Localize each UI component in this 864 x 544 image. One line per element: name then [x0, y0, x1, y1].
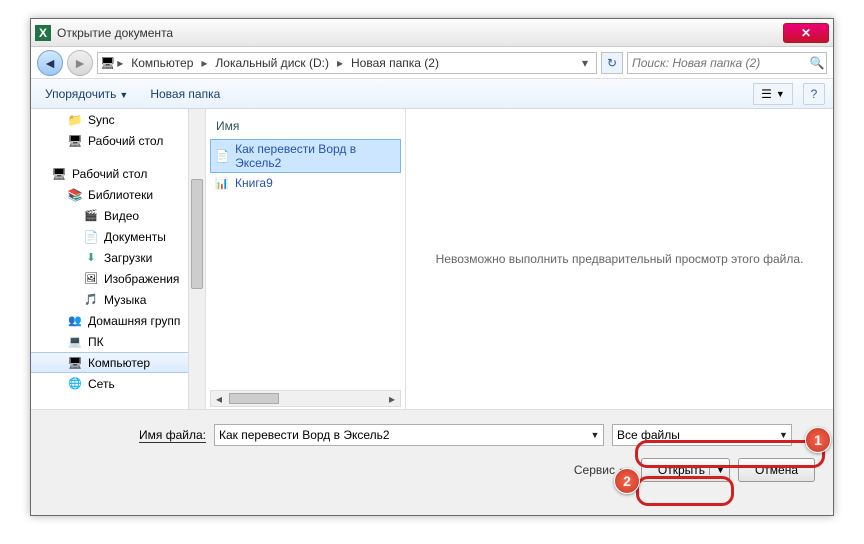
tree-node[interactable]: ПК	[31, 331, 205, 352]
open-button[interactable]: Открыть▼	[641, 458, 730, 482]
doc-icon	[83, 229, 99, 245]
file-list-hscroll[interactable]: ◂ ▸	[210, 390, 401, 407]
file-name: Как перевести Ворд в Эксель2	[235, 142, 396, 170]
tree-label: Документы	[104, 230, 166, 244]
filename-input[interactable]	[215, 428, 587, 442]
chevron-right-icon: ▸	[335, 56, 345, 70]
toolbar: Упорядочить▼ Новая папка ☰▼ ?	[31, 79, 833, 109]
excel-icon: X	[35, 25, 51, 41]
organize-menu[interactable]: Упорядочить▼	[39, 83, 134, 105]
search-box[interactable]: 🔍	[627, 52, 827, 74]
tree-node[interactable]: Библиотеки	[31, 184, 205, 205]
scrollbar-thumb[interactable]	[229, 393, 279, 404]
tree-label: Рабочий стол	[88, 134, 163, 148]
tree-label: ПК	[88, 335, 104, 349]
scroll-right-icon[interactable]: ▸	[384, 391, 400, 406]
img-icon	[83, 271, 99, 287]
tree-label: Видео	[104, 209, 139, 223]
tree-node[interactable]: Изображения	[31, 268, 205, 289]
view-options[interactable]: ☰▼	[753, 83, 793, 105]
filter-input[interactable]	[613, 428, 776, 442]
nav-row: ◄ ► ▸ Компьютер ▸ Локальный диск (D:) ▸ …	[31, 47, 833, 79]
tree-node[interactable]: Компьютер	[31, 352, 205, 373]
tree-label: Загрузки	[104, 251, 152, 265]
tree-label: Изображения	[104, 272, 179, 286]
tree-scrollbar[interactable]	[188, 109, 205, 409]
file-icon	[214, 175, 230, 191]
help-button[interactable]: ?	[803, 83, 825, 105]
nav-tree[interactable]: Sync Рабочий стол Рабочий стол Библиотеки Ви…	[31, 109, 206, 409]
tree-label: Домашняя групп	[88, 314, 180, 328]
folder-icon	[67, 112, 83, 128]
filename-label: Имя файла:	[41, 428, 206, 442]
pc-icon	[67, 334, 83, 350]
preview-pane: Невозможно выполнить предварительный про…	[406, 109, 833, 409]
tree-label: Библиотеки	[88, 188, 153, 202]
forward-button[interactable]: ►	[67, 50, 93, 76]
search-input[interactable]	[628, 56, 808, 70]
comp-icon	[67, 355, 83, 371]
tree-node[interactable]: Рабочий стол	[31, 130, 205, 151]
file-icon	[215, 148, 230, 164]
new-folder-button[interactable]: Новая папка	[144, 83, 226, 105]
breadcrumb-seg[interactable]: Новая папка (2)	[345, 56, 445, 70]
file-list[interactable]: Имя Как перевести Ворд в Эксель2 Книга9 ◂…	[206, 109, 406, 409]
tree-node[interactable]: Музыка	[31, 289, 205, 310]
breadcrumb[interactable]: ▸ Компьютер ▸ Локальный диск (D:) ▸ Нова…	[97, 52, 597, 74]
tree-label: Сеть	[88, 377, 115, 391]
tree-label: Рабочий стол	[72, 167, 147, 181]
chevron-right-icon: ▸	[199, 56, 209, 70]
home-icon	[67, 313, 83, 329]
tree-node[interactable]: Sync	[31, 109, 205, 130]
desktop-icon	[67, 133, 83, 149]
back-button[interactable]: ◄	[37, 50, 63, 76]
open-file-dialog: X Открытие документа ✕ ◄ ► ▸ Компьютер ▸…	[30, 18, 834, 516]
svg-text:X: X	[39, 26, 47, 40]
desktop-icon	[51, 166, 67, 182]
scroll-left-icon[interactable]: ◂	[211, 391, 227, 406]
badge-2: 2	[614, 468, 640, 494]
tree-node[interactable]: Сеть	[31, 373, 205, 394]
tree-node[interactable]: Загрузки	[31, 247, 205, 268]
tree-node[interactable]: Домашняя групп	[31, 310, 205, 331]
tree-label: Компьютер	[88, 356, 150, 370]
file-item[interactable]: Книга9	[210, 173, 401, 193]
breadcrumb-dropdown[interactable]: ▾	[576, 56, 594, 70]
tree-node[interactable]: Документы	[31, 226, 205, 247]
refresh-button[interactable]: ↻	[601, 52, 623, 74]
chevron-down-icon[interactable]: ▼	[776, 430, 791, 440]
close-button[interactable]: ✕	[783, 23, 829, 43]
bottom-panel: Имя файла: ▼ ▼ Сервис▼ Открыть▼ Отмена	[31, 409, 833, 492]
chevron-right-icon: ▸	[115, 56, 125, 70]
tree-label: Музыка	[104, 293, 146, 307]
lib-icon	[67, 187, 83, 203]
music-icon	[83, 292, 99, 308]
file-name: Книга9	[235, 176, 273, 190]
badge-1: 1	[805, 427, 831, 453]
search-icon: 🔍	[808, 56, 826, 70]
breadcrumb-seg[interactable]: Локальный диск (D:)	[209, 56, 335, 70]
window-title: Открытие документа	[57, 26, 783, 40]
column-header-name[interactable]: Имя	[210, 117, 401, 139]
filename-combo[interactable]: ▼	[214, 424, 604, 446]
tree-node[interactable]: Видео	[31, 205, 205, 226]
chevron-down-icon[interactable]: ▼	[587, 430, 603, 440]
breadcrumb-seg[interactable]: Компьютер	[125, 56, 199, 70]
file-item[interactable]: Как перевести Ворд в Эксель2	[210, 139, 401, 173]
tree-label: Sync	[88, 113, 115, 127]
down-icon	[83, 250, 99, 266]
video-icon	[83, 208, 99, 224]
preview-message: Невозможно выполнить предварительный про…	[436, 252, 804, 266]
cancel-button[interactable]: Отмена	[738, 458, 815, 482]
computer-icon	[100, 56, 115, 70]
scrollbar-thumb[interactable]	[191, 179, 203, 289]
filetype-filter[interactable]: ▼	[612, 424, 792, 446]
dialog-body: Sync Рабочий стол Рабочий стол Библиотеки Ви…	[31, 109, 833, 409]
tree-node[interactable]: Рабочий стол	[31, 163, 205, 184]
titlebar: X Открытие документа ✕	[31, 19, 833, 47]
net-icon	[67, 376, 83, 392]
